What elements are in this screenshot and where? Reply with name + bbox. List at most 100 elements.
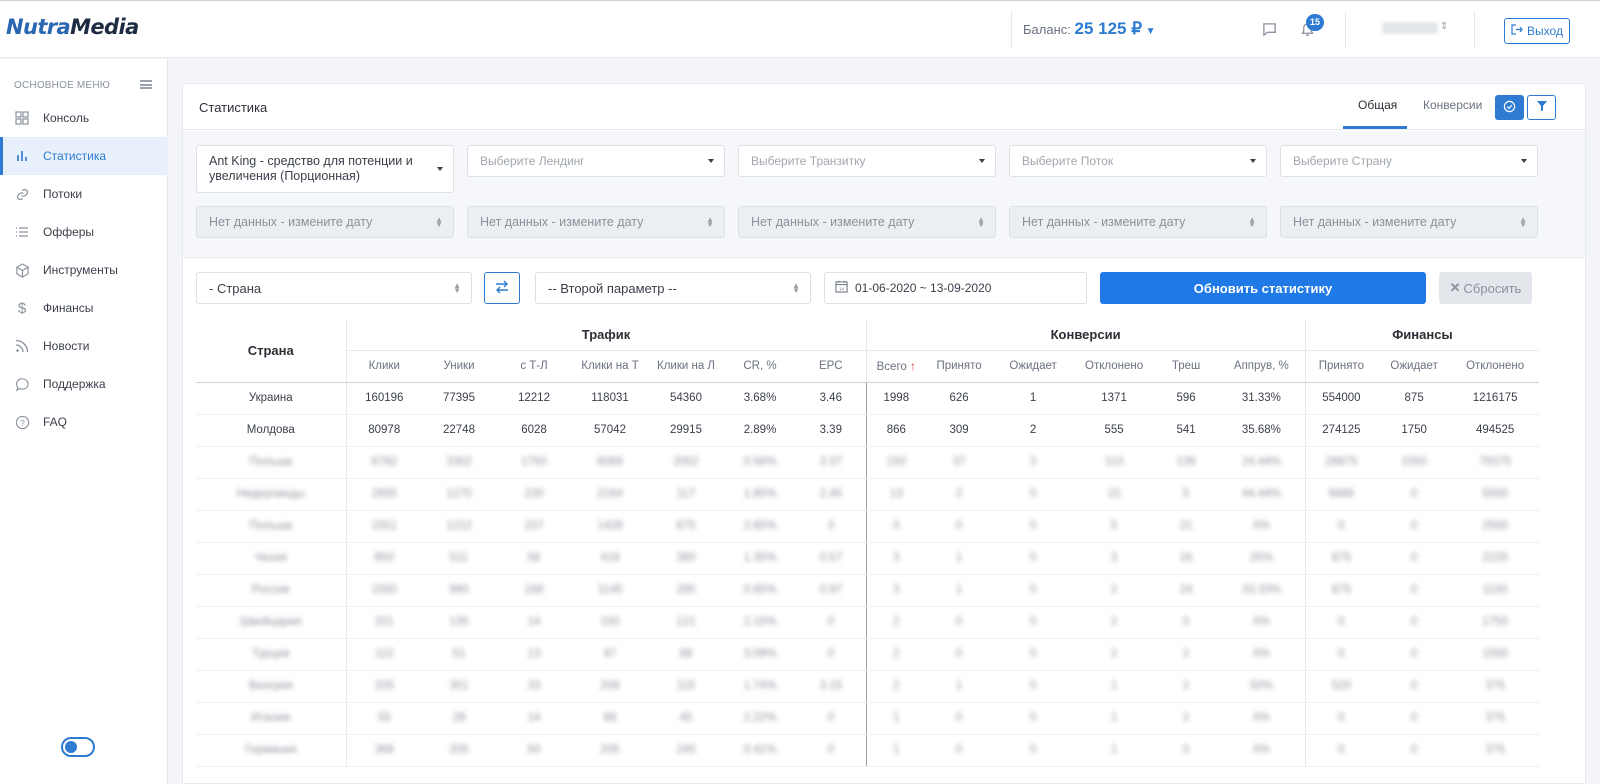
table-cell: 15 — [1074, 478, 1155, 511]
theme-toggle[interactable] — [61, 737, 95, 757]
sidebar-item-streams[interactable]: Потоки — [0, 175, 168, 213]
transit-select[interactable]: Выберите Транзитку — [738, 145, 996, 177]
disabled-select-4: Нет данных - измените дату ▲ ▼ — [1009, 206, 1267, 238]
table-cell: 541 — [1154, 414, 1219, 447]
sidebar-item-finance[interactable]: $ Финансы — [0, 289, 168, 327]
column-header[interactable]: Отклонено — [1074, 350, 1155, 383]
dropdown-arrow-icon — [1521, 159, 1527, 163]
table-cell: 110 — [1074, 446, 1155, 479]
country-cell: Германия — [196, 734, 346, 767]
filter-button[interactable] — [1527, 95, 1556, 120]
table-cell: 1750 — [1377, 414, 1452, 447]
sort-caret-icon: ⇕ — [1440, 21, 1449, 32]
table-row: Россия 1550 990 168 1145 285 0.65% 0.97 3 1 0 2 24 33… — [196, 574, 1540, 607]
column-header[interactable]: Отклонено — [1451, 350, 1540, 383]
column-header[interactable]: Клики — [345, 350, 422, 383]
refresh-stats-button[interactable]: Обновить статистику — [1100, 272, 1426, 304]
country-select[interactable]: Выберите Страну — [1280, 145, 1538, 177]
sidebar-item-console[interactable]: Консоль — [0, 99, 168, 137]
swap-params-button[interactable] — [484, 272, 520, 304]
column-header[interactable]: Треш — [1154, 350, 1219, 383]
disabled-select-2: Нет данных - измените дату ▲ ▼ — [467, 206, 725, 238]
column-header[interactable]: CR, % — [724, 350, 796, 383]
top-bar: NutraMedia Баланс: 25 125 ₽ ▼ 15 ⇕ Выход — [0, 0, 1600, 58]
table-cell: 25% — [1218, 542, 1306, 575]
table-cell: 3.15 — [796, 670, 867, 703]
table-row: Польша 8782 3302 1750 6069 2002 0.56% 3.37 150 37… — [196, 446, 1540, 479]
column-header[interactable]: EPC — [796, 350, 867, 383]
table-cell: 1550 — [1377, 446, 1452, 479]
menu-toggle-icon[interactable] — [140, 80, 152, 89]
balance[interactable]: Баланс: 25 125 ₽ ▼ — [1023, 19, 1156, 39]
table-cell: 31.33% — [1218, 382, 1306, 415]
table-cell: 1750 — [1451, 606, 1540, 639]
second-param-select[interactable]: -- Второй параметр -- ▲ ▼ — [535, 272, 811, 304]
sidebar-item-offers[interactable]: Офферы — [0, 213, 168, 251]
sidebar-item-faq[interactable]: ? FAQ — [0, 403, 168, 441]
check-button[interactable] — [1495, 95, 1524, 120]
table-cell: 3302 — [422, 446, 496, 479]
sort-up-icon: ↑ — [909, 359, 916, 373]
table-cell: 0% — [1218, 638, 1306, 671]
column-header[interactable]: Клики на Т — [572, 350, 648, 383]
column-header[interactable]: Аппрув, % — [1218, 350, 1306, 383]
table-cell: 2 — [1154, 638, 1219, 671]
table-cell: 80978 — [345, 414, 422, 447]
table-cell: 1 — [865, 702, 927, 735]
column-header-country[interactable]: Страна — [196, 320, 346, 383]
disabled-select-3: Нет данных - измените дату ▲ ▼ — [738, 206, 996, 238]
table-cell: 115 — [648, 670, 724, 703]
table-cell: 2.15% — [724, 606, 796, 639]
country-cell: Чехия — [196, 542, 346, 575]
column-header[interactable]: Ожидает — [992, 350, 1075, 383]
table-cell: 1998 — [865, 382, 927, 415]
sidebar-item-tools[interactable]: Инструменты — [0, 251, 168, 289]
table-row: Польша 1551 1212 157 1428 675 2.65% 3 0 0 0 5 21 0% 0 0… — [196, 510, 1540, 543]
table-cell: 97 — [572, 638, 648, 671]
table-cell: 0 — [992, 670, 1075, 703]
column-header[interactable]: Ожидает — [1377, 350, 1452, 383]
page-title: Статистика — [199, 100, 268, 115]
table-cell: 0 — [1377, 478, 1452, 511]
sidebar-item-support[interactable]: Поддержка — [0, 365, 168, 403]
first-param-select[interactable]: - Страна ▲ ▼ — [196, 272, 472, 304]
reset-button[interactable]: ✕ Сбросить — [1439, 272, 1532, 304]
column-header-sorted[interactable]: Всего ↑ — [865, 350, 927, 383]
table-cell: 626 — [926, 382, 993, 415]
logo[interactable]: NutraMedia — [6, 15, 139, 39]
logout-button[interactable]: Выход — [1504, 18, 1570, 44]
offer-select[interactable]: Ant King - средство для потенции и увели… — [196, 145, 454, 193]
table-cell: 22748 — [422, 414, 496, 447]
table-cell: 6666 — [1304, 478, 1378, 511]
tab-general[interactable]: Общая — [1358, 98, 1397, 112]
table-cell: 0 — [796, 606, 867, 639]
table-cell: 50 — [496, 734, 572, 767]
stream-select[interactable]: Выберите Поток — [1009, 145, 1267, 177]
sidebar-item-news[interactable]: Новости — [0, 327, 168, 365]
sidebar-item-statistics[interactable]: Статистика — [0, 137, 168, 175]
table-cell: 13 — [496, 638, 572, 671]
country-cell: Молдова — [196, 414, 346, 447]
column-header[interactable]: Клики на Л — [648, 350, 724, 383]
column-header[interactable]: Уники — [422, 350, 496, 383]
dropdown-arrow-icon — [437, 167, 443, 171]
active-tab-indicator — [1343, 126, 1407, 129]
landing-select[interactable]: Выберите Лендинг — [467, 145, 725, 177]
second-param-value: -- Второй параметр -- — [548, 280, 677, 296]
table-row: Швейцария 201 135 14 150 121 2.15% 0 2 0 0 2 0 0% 0 0 17… — [196, 606, 1540, 639]
column-header[interactable]: с Т-Л — [496, 350, 572, 383]
date-range-input[interactable]: 14 01-06-2020 ~ 13-09-2020 — [824, 272, 1087, 304]
table-row: Турция 110 51 13 97 88 3.09% 0 2 0 0 2 2 0% 0 0 1550 — [196, 638, 1540, 671]
message-icon[interactable] — [1262, 22, 1277, 40]
table-cell: 0 — [926, 638, 993, 671]
tab-conversions[interactable]: Конверсии — [1423, 98, 1482, 112]
table-cell: 135 — [422, 606, 496, 639]
check-circle-icon — [1503, 100, 1516, 116]
table-cell: 24 — [1154, 574, 1219, 607]
table-cell: 150 — [572, 606, 648, 639]
table-cell: 157 — [496, 510, 572, 543]
column-header[interactable]: Принято — [926, 350, 993, 383]
column-header[interactable]: Принято — [1304, 350, 1378, 383]
username[interactable] — [1382, 22, 1438, 34]
table-cell: 1371 — [1074, 382, 1155, 415]
